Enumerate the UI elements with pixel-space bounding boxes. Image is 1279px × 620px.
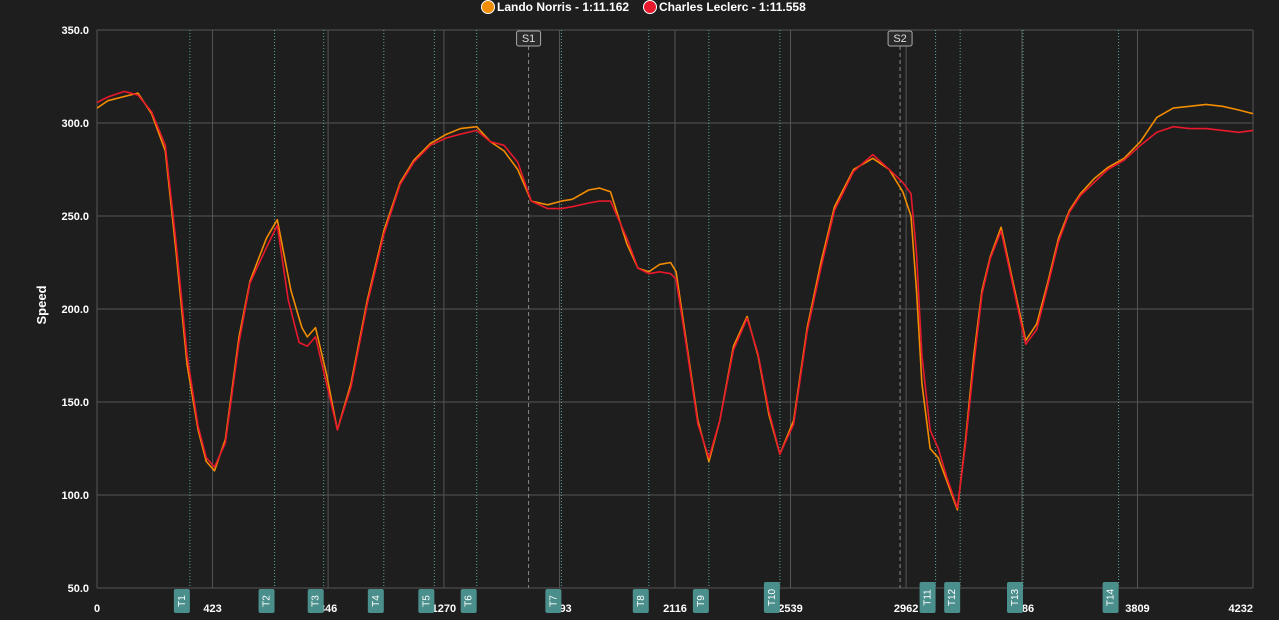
y-tick-label: 200.0 bbox=[61, 304, 89, 316]
corner-label: T12 bbox=[947, 588, 958, 606]
speed-chart-svg: S1 S2 350.0 300.0 250.0 200.0 150.0 100.0 50.0 0… bbox=[34, 0, 1254, 615]
y-tick-label: 350.0 bbox=[61, 25, 89, 37]
corner-label: T7 bbox=[548, 595, 559, 607]
legend-marker bbox=[643, 0, 657, 14]
corner-label: T3 bbox=[311, 595, 322, 607]
corner-label: T6 bbox=[464, 595, 475, 607]
corner-label: T2 bbox=[262, 595, 273, 607]
corner-label: T9 bbox=[696, 595, 707, 607]
corner-label: T11 bbox=[923, 589, 934, 606]
x-tick-label: 1270 bbox=[432, 603, 456, 615]
speed-chart: S1 S2 350.0 300.0 250.0 200.0 150.0 100.0 50.0 0… bbox=[0, 0, 1279, 620]
x-tick-label: 3809 bbox=[1125, 603, 1149, 615]
legend-label: Charles Leclerc - 1:11.558 bbox=[659, 0, 806, 14]
y-axis-label: Speed bbox=[34, 285, 49, 324]
corner-label: T5 bbox=[421, 595, 432, 607]
x-tick-label: 0 bbox=[94, 603, 100, 615]
sector-label: S1 bbox=[522, 33, 535, 45]
y-tick-label: 300.0 bbox=[61, 118, 89, 130]
x-tick-label: 423 bbox=[203, 603, 221, 615]
y-tick-label: 100.0 bbox=[61, 490, 89, 502]
corner-badge-layer: T1 T2 T3 T4 T5 T6 T7 T8 T9 T10 T11 T12 T13 T14 bbox=[173, 582, 1119, 613]
sector-label: S2 bbox=[893, 33, 906, 45]
x-tick-label: 2116 bbox=[663, 603, 687, 615]
corner-label: T13 bbox=[1010, 588, 1021, 606]
x-tick-label: 2962 bbox=[894, 603, 918, 615]
corner-label: T8 bbox=[636, 595, 647, 607]
corner-label: T10 bbox=[767, 588, 778, 606]
corner-label: T4 bbox=[371, 595, 382, 607]
legend: Lando Norris - 1:11.162 Charles Leclerc -… bbox=[481, 0, 806, 14]
corner-label: T14 bbox=[1106, 588, 1117, 606]
y-tick-label: 150.0 bbox=[61, 397, 89, 409]
y-tick-label: 250.0 bbox=[61, 211, 89, 223]
corner-label: T1 bbox=[177, 595, 188, 607]
axis-layer: 350.0300.0250.0200.0150.0100.050.00 423 84… bbox=[61, 25, 1253, 615]
x-tick-label: 2539 bbox=[778, 603, 802, 615]
y-tick-label: 50.0 bbox=[68, 583, 89, 595]
x-tick-label: 4232 bbox=[1229, 603, 1253, 615]
legend-marker bbox=[481, 0, 495, 14]
legend-label: Lando Norris - 1:11.162 bbox=[497, 0, 629, 14]
grid-layer bbox=[96, 29, 1254, 589]
